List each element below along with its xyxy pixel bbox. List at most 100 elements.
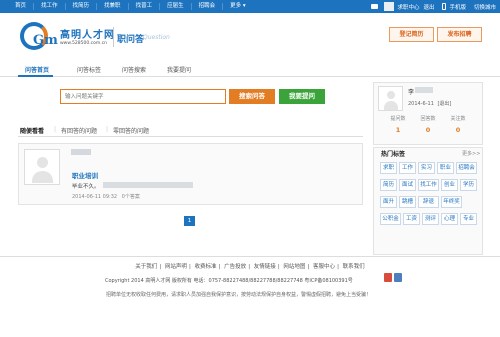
search-box	[60, 89, 226, 104]
ask-question-button[interactable]: 我要提问	[279, 89, 325, 104]
footer-link-ads[interactable]: 广告投放	[224, 264, 246, 270]
tag-item[interactable]: 测评	[422, 213, 439, 225]
user-name-text: 李	[408, 89, 415, 96]
jobseeker-center-link[interactable]: 求职中心	[397, 3, 419, 11]
stat-follows-value[interactable]: 0	[444, 126, 472, 134]
tag-item[interactable]: 专业	[460, 213, 477, 225]
tab-answered[interactable]: 有回答的问题	[61, 126, 97, 135]
question-card	[18, 143, 363, 205]
nav-graduates[interactable]: 应届生	[160, 0, 191, 13]
tag-item[interactable]: 年终奖	[441, 196, 462, 208]
search-button[interactable]: 搜索问答	[229, 89, 275, 104]
user-name-blurred	[415, 87, 433, 93]
logo-url: www.528500.com.cn	[60, 41, 108, 46]
tab-separator: |	[54, 126, 57, 133]
qa-subnav: 问答首页 问答标签 问答搜索 我要提问	[0, 61, 500, 77]
stat-answers-value[interactable]: 0	[414, 126, 442, 134]
top-right: 求职中心 退出 手机版 切换城市	[363, 0, 496, 13]
nav-general-worker[interactable]: 找普工	[129, 0, 160, 13]
tab-unanswered[interactable]: 零回答的问题	[113, 126, 149, 135]
nav-more[interactable]: 更多 ▾	[223, 0, 253, 13]
tag-item[interactable]: 公积金	[380, 213, 401, 225]
user-login-time: 2014-6-11	[408, 101, 434, 107]
tag-item[interactable]: 辞退	[418, 196, 439, 208]
nav-home[interactable]: 首页	[8, 0, 33, 13]
tab-browse[interactable]: 随便看看	[20, 126, 44, 135]
stat-follows-label: 关注数	[450, 116, 466, 122]
tag-item[interactable]: 找工作	[418, 179, 439, 191]
tab-qa-home[interactable]: 问答首页	[25, 65, 49, 74]
footer-link-contact[interactable]: 联系我们	[343, 264, 365, 270]
post-job-button[interactable]: 发布招聘	[437, 27, 482, 42]
question-time: 2014-06-11 09:32	[72, 194, 118, 200]
footer-links: 关于我们 | 网站声明 | 收费标准 | 广告投放 | 友情链接 | 网站地图 | 客服中心…	[135, 264, 365, 270]
footer-divider	[0, 256, 500, 257]
footer-link-about[interactable]: 关于我们	[135, 264, 157, 270]
logout-link[interactable]: 退出	[423, 3, 434, 11]
hot-tags-title: 热门标签	[381, 151, 406, 158]
verified-badge-icon[interactable]	[394, 273, 402, 282]
nav-find-resume[interactable]: 找简历	[66, 0, 97, 13]
page-1-button[interactable]: 1	[184, 216, 195, 226]
tag-item[interactable]: 创业	[441, 179, 458, 191]
top-nav: 首页 找工作 找简历 找兼职 找普工 应届生 招聘会 更多 ▾	[8, 0, 253, 13]
user-name: 李	[408, 87, 414, 96]
tab-qa-tags[interactable]: 问答标签	[77, 65, 101, 74]
security-badge-icon[interactable]	[384, 273, 392, 282]
switch-city-label: 切换城市	[473, 4, 496, 11]
question-body-text: 毕业不久。	[72, 184, 100, 190]
envelope-icon	[371, 4, 379, 9]
footer-link-sitemap[interactable]: 网站地图	[283, 264, 305, 270]
nav-job-fair[interactable]: 招聘会	[192, 0, 223, 13]
tag-item[interactable]: 学历	[460, 179, 477, 191]
tag-item[interactable]: 职业	[437, 162, 454, 174]
tag-item[interactable]: 工作	[399, 162, 416, 174]
question-filter-tabs: 随便看看 | 有回答的问题 | 零回答的问题	[18, 125, 363, 137]
footer-link-service[interactable]: 客服中心	[313, 264, 335, 270]
logo-mark: Gm	[33, 33, 58, 48]
stat-questions-label: 提问数	[390, 116, 406, 122]
mobile-link[interactable]: 手机版	[442, 3, 466, 11]
top-bar: 首页 找工作 找简历 找兼职 找普工 应届生 招聘会 更多 ▾ 求职中心 退出 …	[0, 0, 500, 13]
nav-part-time[interactable]: 找兼职	[97, 0, 128, 13]
question-title[interactable]: 职业培训	[72, 170, 98, 180]
question-body-blurred	[103, 182, 193, 188]
answer-count[interactable]: 0个答案	[122, 194, 140, 200]
logo-title: 高明人才网	[60, 30, 115, 41]
tag-item[interactable]: 实习	[418, 162, 435, 174]
stat-answers-label: 回答数	[420, 116, 436, 122]
active-tab-underline	[18, 75, 53, 77]
tag-item[interactable]: 面升	[380, 196, 397, 208]
tab-ask-question[interactable]: 我要提问	[167, 65, 191, 74]
tag-item[interactable]: 跳槽	[399, 196, 416, 208]
tag-item[interactable]: 工资	[403, 213, 420, 225]
tag-item[interactable]: 面试	[399, 179, 416, 191]
user-logout-link[interactable]: [退出]	[437, 101, 451, 107]
register-resume-button[interactable]: 登记简历	[389, 27, 434, 42]
user-login-info: 2014-6-11 [退出]	[408, 100, 451, 107]
copyright-text: Copyright 2014 高明人才网 版权所有 电话：0757-882274…	[105, 278, 353, 284]
footer-link-statement[interactable]: 网站声明	[165, 264, 187, 270]
tag-item[interactable]: 求职	[380, 162, 397, 174]
asker-name-blurred	[71, 149, 91, 155]
tag-item[interactable]: 心理	[441, 213, 458, 225]
section-title: 职问答	[117, 35, 145, 45]
phone-icon	[442, 3, 447, 10]
stat-questions-value[interactable]: 1	[384, 126, 412, 134]
question-body: 毕业不久。	[72, 182, 100, 190]
search-input[interactable]	[61, 90, 225, 103]
switch-city-link[interactable]: 切换城市	[474, 3, 496, 11]
nav-find-job[interactable]: 找工作	[34, 0, 65, 13]
header-divider	[113, 27, 114, 47]
tab-qa-search[interactable]: 问答搜索	[122, 65, 146, 74]
user-avatar-small	[384, 2, 395, 11]
footer-link-friends[interactable]: 友情链接	[254, 264, 276, 270]
user-avatar[interactable]	[378, 86, 403, 111]
question-meta: 2014-06-11 09:32 0个答案	[72, 193, 140, 200]
hot-tags-more-link[interactable]: 更多>>	[462, 150, 480, 157]
message-link[interactable]: 求职中心 退出	[371, 2, 434, 11]
footer-link-pricing[interactable]: 收费标准	[195, 264, 217, 270]
tag-item[interactable]: 招聘会	[456, 162, 477, 174]
tag-item[interactable]: 简历	[380, 179, 397, 191]
asker-avatar[interactable]	[24, 149, 60, 185]
